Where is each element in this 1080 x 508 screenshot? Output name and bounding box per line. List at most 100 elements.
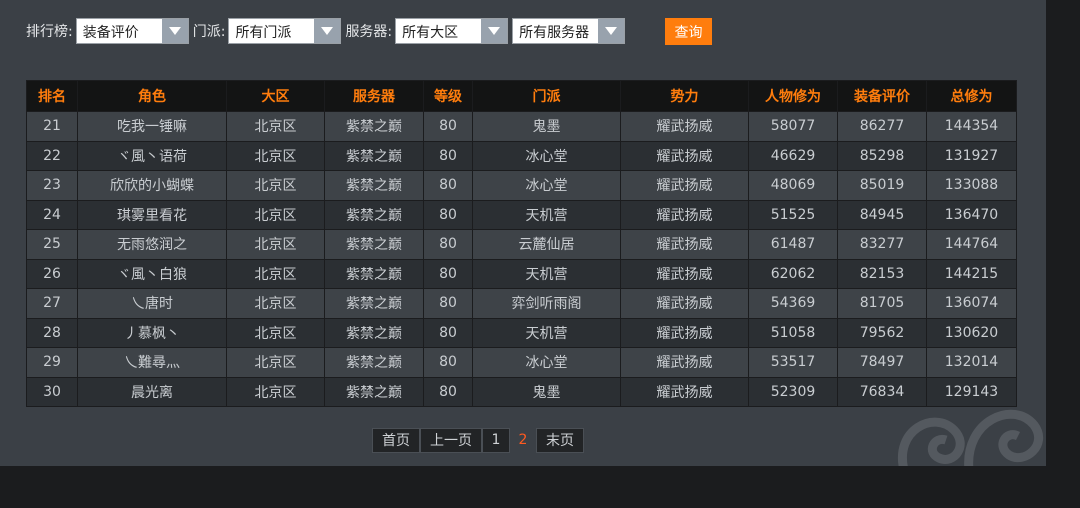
- cell-faction: 耀武扬威: [620, 317, 749, 348]
- cell-server: 紫禁之巅: [324, 111, 424, 142]
- cell-sect: 鬼墨: [472, 111, 621, 142]
- cell-level: 80: [423, 258, 473, 289]
- cell-level: 80: [423, 376, 473, 407]
- current-page[interactable]: 2: [510, 428, 536, 453]
- cell-rank: 26: [26, 258, 78, 289]
- cell-level: 80: [423, 170, 473, 201]
- cell-equipment-rating: 84945: [837, 199, 927, 230]
- ranking-panel: 排行榜: 装备评价 门派: 所有门派 服务器: 所有大区 所有服务器 查询 排名…: [0, 0, 1046, 466]
- server-select[interactable]: 所有服务器: [512, 18, 626, 44]
- chevron-down-icon[interactable]: [161, 19, 188, 43]
- sect-select[interactable]: 所有门派: [228, 18, 342, 44]
- query-button[interactable]: 查询: [665, 18, 712, 45]
- cell-region: 北京区: [226, 229, 325, 260]
- cell-faction: 耀武扬威: [620, 229, 749, 260]
- cell-region: 北京区: [226, 111, 325, 142]
- cell-character: 琪雾里看花: [77, 199, 227, 230]
- cell-character-cultivation: 54369: [748, 288, 838, 319]
- server-select-value: 所有服务器: [519, 25, 590, 41]
- filter-bar: 排行榜: 装备评价 门派: 所有门派 服务器: 所有大区 所有服务器: [26, 17, 629, 45]
- page-1-button[interactable]: 1: [482, 427, 510, 453]
- cell-equipment-rating: 81705: [837, 288, 927, 319]
- cell-total-cultivation: 129143: [926, 376, 1017, 407]
- chevron-down-icon[interactable]: [314, 19, 341, 43]
- cell-character: ヾ風丶语荷: [77, 140, 227, 171]
- cell-rank: 30: [26, 376, 78, 407]
- col-header-character: 角色: [77, 80, 227, 112]
- cell-character: 乀難尋灬: [77, 347, 227, 378]
- table-row: 27 乀唐时 北京区 紫禁之巅 80 弈剑听雨阁 耀武扬威 54369 81705 136074: [26, 288, 1017, 319]
- table-row: 21 吃我一锤嘛 北京区 紫禁之巅 80 鬼墨 耀武扬威 58077 86277 144354: [26, 111, 1017, 142]
- col-header-rank: 排名: [26, 80, 78, 112]
- col-header-sect: 门派: [472, 80, 621, 112]
- rank-select-value: 装备评价: [82, 25, 139, 41]
- cell-server: 紫禁之巅: [324, 258, 424, 289]
- cell-character: 晨光离: [77, 376, 227, 407]
- cell-equipment-rating: 78497: [837, 347, 927, 378]
- rank-label: 排行榜:: [26, 24, 73, 40]
- cell-total-cultivation: 144215: [926, 258, 1017, 289]
- cell-rank: 22: [26, 140, 78, 171]
- cell-equipment-rating: 82153: [837, 258, 927, 289]
- cell-server: 紫禁之巅: [324, 199, 424, 230]
- table-row: 30 晨光离 北京区 紫禁之巅 80 鬼墨 耀武扬威 52309 76834 129143: [26, 376, 1017, 407]
- cell-total-cultivation: 136074: [926, 288, 1017, 319]
- cell-sect: 弈剑听雨阁: [472, 288, 621, 319]
- cell-sect: 冰心堂: [472, 347, 621, 378]
- cell-level: 80: [423, 317, 473, 348]
- table-header-row: 排名 角色 大区 服务器 等级 门派 势力 人物修为 装备评价 总修为: [26, 80, 1017, 112]
- cell-character: ヾ風丶白狼: [77, 258, 227, 289]
- cell-region: 北京区: [226, 376, 325, 407]
- cell-sect: 冰心堂: [472, 140, 621, 171]
- table-row: 28 丿慕枫丶 北京区 紫禁之巅 80 天机营 耀武扬威 51058 79562 130620: [26, 317, 1017, 348]
- chevron-down-icon[interactable]: [481, 19, 508, 43]
- prev-page-button[interactable]: 上一页: [420, 427, 482, 453]
- cell-level: 80: [423, 140, 473, 171]
- cell-sect: 天机营: [472, 317, 621, 348]
- cell-level: 80: [423, 347, 473, 378]
- rank-select[interactable]: 装备评价: [75, 18, 189, 44]
- chevron-down-icon[interactable]: [598, 19, 625, 43]
- cell-faction: 耀武扬威: [620, 376, 749, 407]
- cell-rank: 29: [26, 347, 78, 378]
- cell-character-cultivation: 58077: [748, 111, 838, 142]
- table-row: 29 乀難尋灬 北京区 紫禁之巅 80 冰心堂 耀武扬威 53517 78497 132014: [26, 347, 1017, 378]
- region-select[interactable]: 所有大区: [395, 18, 509, 44]
- cell-character-cultivation: 48069: [748, 170, 838, 201]
- cell-total-cultivation: 131927: [926, 140, 1017, 171]
- cell-level: 80: [423, 229, 473, 260]
- cell-region: 北京区: [226, 317, 325, 348]
- cell-server: 紫禁之巅: [324, 229, 424, 260]
- cell-server: 紫禁之巅: [324, 288, 424, 319]
- cell-equipment-rating: 83277: [837, 229, 927, 260]
- cell-total-cultivation: 136470: [926, 199, 1017, 230]
- col-header-level: 等级: [423, 80, 473, 112]
- cell-rank: 24: [26, 199, 78, 230]
- cell-faction: 耀武扬威: [620, 170, 749, 201]
- cell-region: 北京区: [226, 288, 325, 319]
- cell-region: 北京区: [226, 170, 325, 201]
- cell-faction: 耀武扬威: [620, 140, 749, 171]
- cell-faction: 耀武扬威: [620, 111, 749, 142]
- cell-character-cultivation: 46629: [748, 140, 838, 171]
- cell-equipment-rating: 85298: [837, 140, 927, 171]
- cell-character: 欣欣的小蝴蝶: [77, 170, 227, 201]
- first-page-button[interactable]: 首页: [372, 427, 420, 453]
- col-header-equipment-rating: 装备评价: [837, 80, 927, 112]
- table-row: 25 无雨悠润之 北京区 紫禁之巅 80 云麓仙居 耀武扬威 61487 83277 144764: [26, 229, 1017, 260]
- last-page-button[interactable]: 末页: [536, 427, 584, 453]
- cell-sect: 冰心堂: [472, 170, 621, 201]
- cell-rank: 21: [26, 111, 78, 142]
- table-body: 21 吃我一锤嘛 北京区 紫禁之巅 80 鬼墨 耀武扬威 58077 86277 144354 22…: [26, 111, 1017, 407]
- cell-equipment-rating: 79562: [837, 317, 927, 348]
- cell-character: 乀唐时: [77, 288, 227, 319]
- cell-region: 北京区: [226, 199, 325, 230]
- cell-total-cultivation: 144354: [926, 111, 1017, 142]
- table-row: 23 欣欣的小蝴蝶 北京区 紫禁之巅 80 冰心堂 耀武扬威 48069 85019 133088: [26, 170, 1017, 201]
- cell-server: 紫禁之巅: [324, 376, 424, 407]
- cell-character-cultivation: 53517: [748, 347, 838, 378]
- cell-sect: 天机营: [472, 199, 621, 230]
- cell-equipment-rating: 86277: [837, 111, 927, 142]
- cell-character-cultivation: 51525: [748, 199, 838, 230]
- region-select-value: 所有大区: [402, 25, 459, 41]
